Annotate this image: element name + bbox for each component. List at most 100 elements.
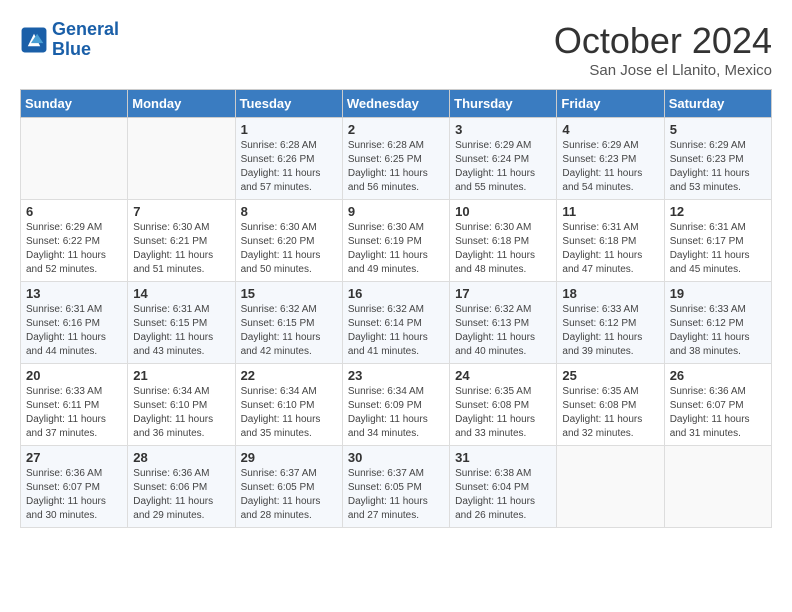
day-info: Sunrise: 6:37 AMSunset: 6:05 PMDaylight:… xyxy=(241,467,337,523)
day-number: 25 xyxy=(562,368,658,383)
day-info: Sunrise: 6:29 AMSunset: 6:23 PMDaylight:… xyxy=(562,139,658,195)
calendar-cell: 22 Sunrise: 6:34 AMSunset: 6:10 PMDayligh… xyxy=(235,364,342,446)
day-info: Sunrise: 6:30 AMSunset: 6:21 PMDaylight:… xyxy=(133,221,229,277)
title-block: October 2024 San Jose el Llanito, Mexico xyxy=(554,20,772,79)
day-number: 31 xyxy=(455,450,551,465)
calendar-cell xyxy=(128,118,235,200)
day-info: Sunrise: 6:38 AMSunset: 6:04 PMDaylight:… xyxy=(455,467,551,523)
calendar-week-row: 27 Sunrise: 6:36 AMSunset: 6:07 PMDayligh… xyxy=(21,446,772,528)
day-info: Sunrise: 6:32 AMSunset: 6:14 PMDaylight:… xyxy=(348,303,444,359)
day-number: 21 xyxy=(133,368,229,383)
calendar-week-row: 13 Sunrise: 6:31 AMSunset: 6:16 PMDayligh… xyxy=(21,282,772,364)
calendar-cell: 27 Sunrise: 6:36 AMSunset: 6:07 PMDayligh… xyxy=(21,446,128,528)
weekday-header-saturday: Saturday xyxy=(664,90,771,118)
day-info: Sunrise: 6:32 AMSunset: 6:15 PMDaylight:… xyxy=(241,303,337,359)
day-number: 7 xyxy=(133,204,229,219)
day-number: 11 xyxy=(562,204,658,219)
weekday-header-wednesday: Wednesday xyxy=(342,90,449,118)
calendar-cell: 12 Sunrise: 6:31 AMSunset: 6:17 PMDayligh… xyxy=(664,200,771,282)
calendar-cell: 10 Sunrise: 6:30 AMSunset: 6:18 PMDayligh… xyxy=(450,200,557,282)
day-info: Sunrise: 6:33 AMSunset: 6:12 PMDaylight:… xyxy=(670,303,766,359)
day-info: Sunrise: 6:35 AMSunset: 6:08 PMDaylight:… xyxy=(455,385,551,441)
logo-general: General xyxy=(52,19,119,39)
day-info: Sunrise: 6:28 AMSunset: 6:25 PMDaylight:… xyxy=(348,139,444,195)
day-info: Sunrise: 6:30 AMSunset: 6:18 PMDaylight:… xyxy=(455,221,551,277)
day-number: 27 xyxy=(26,450,122,465)
calendar-cell: 23Sunrise: 6:34 AMSunset: 6:09 PMDayligh… xyxy=(342,364,449,446)
location-subtitle: San Jose el Llanito, Mexico xyxy=(554,62,772,79)
calendar-cell xyxy=(21,118,128,200)
day-info: Sunrise: 6:36 AMSunset: 6:06 PMDaylight:… xyxy=(133,467,229,523)
day-number: 19 xyxy=(670,286,766,301)
weekday-header-row: SundayMondayTuesdayWednesdayThursdayFrid… xyxy=(21,90,772,118)
day-info: Sunrise: 6:34 AMSunset: 6:10 PMDaylight:… xyxy=(241,385,337,441)
day-number: 4 xyxy=(562,122,658,137)
day-info: Sunrise: 6:31 AMSunset: 6:15 PMDaylight:… xyxy=(133,303,229,359)
calendar-cell: 4 Sunrise: 6:29 AMSunset: 6:23 PMDaylight… xyxy=(557,118,664,200)
calendar-cell: 31 Sunrise: 6:38 AMSunset: 6:04 PMDayligh… xyxy=(450,446,557,528)
day-info: Sunrise: 6:29 AMSunset: 6:24 PMDaylight:… xyxy=(455,139,551,195)
calendar-cell: 20 Sunrise: 6:33 AMSunset: 6:11 PMDayligh… xyxy=(21,364,128,446)
calendar-cell: 30Sunrise: 6:37 AMSunset: 6:05 PMDayligh… xyxy=(342,446,449,528)
day-info: Sunrise: 6:29 AMSunset: 6:22 PMDaylight:… xyxy=(26,221,122,277)
day-number: 16 xyxy=(348,286,444,301)
calendar-cell: 13 Sunrise: 6:31 AMSunset: 6:16 PMDayligh… xyxy=(21,282,128,364)
logo-text: General Blue xyxy=(52,20,119,60)
day-info: Sunrise: 6:31 AMSunset: 6:18 PMDaylight:… xyxy=(562,221,658,277)
calendar-cell: 3Sunrise: 6:29 AMSunset: 6:24 PMDaylight… xyxy=(450,118,557,200)
calendar-cell: 7 Sunrise: 6:30 AMSunset: 6:21 PMDaylight… xyxy=(128,200,235,282)
day-info: Sunrise: 6:33 AMSunset: 6:11 PMDaylight:… xyxy=(26,385,122,441)
day-number: 24 xyxy=(455,368,551,383)
day-number: 26 xyxy=(670,368,766,383)
calendar-cell: 19 Sunrise: 6:33 AMSunset: 6:12 PMDayligh… xyxy=(664,282,771,364)
logo-blue: Blue xyxy=(52,39,91,59)
day-info: Sunrise: 6:30 AMSunset: 6:19 PMDaylight:… xyxy=(348,221,444,277)
day-number: 1 xyxy=(241,122,337,137)
day-number: 9 xyxy=(348,204,444,219)
day-info: Sunrise: 6:29 AMSunset: 6:23 PMDaylight:… xyxy=(670,139,766,195)
day-info: Sunrise: 6:34 AMSunset: 6:09 PMDaylight:… xyxy=(348,385,444,441)
day-number: 12 xyxy=(670,204,766,219)
calendar-cell: 17Sunrise: 6:32 AMSunset: 6:13 PMDayligh… xyxy=(450,282,557,364)
calendar-cell: 15 Sunrise: 6:32 AMSunset: 6:15 PMDayligh… xyxy=(235,282,342,364)
page-header: General Blue October 2024 San Jose el Ll… xyxy=(20,20,772,79)
day-info: Sunrise: 6:35 AMSunset: 6:08 PMDaylight:… xyxy=(562,385,658,441)
calendar-cell: 21 Sunrise: 6:34 AMSunset: 6:10 PMDayligh… xyxy=(128,364,235,446)
calendar-cell: 2Sunrise: 6:28 AMSunset: 6:25 PMDaylight… xyxy=(342,118,449,200)
calendar-cell: 16 Sunrise: 6:32 AMSunset: 6:14 PMDayligh… xyxy=(342,282,449,364)
calendar-cell: 14 Sunrise: 6:31 AMSunset: 6:15 PMDayligh… xyxy=(128,282,235,364)
calendar-cell: 26 Sunrise: 6:36 AMSunset: 6:07 PMDayligh… xyxy=(664,364,771,446)
day-info: Sunrise: 6:31 AMSunset: 6:17 PMDaylight:… xyxy=(670,221,766,277)
weekday-header-sunday: Sunday xyxy=(21,90,128,118)
calendar-cell: 6 Sunrise: 6:29 AMSunset: 6:22 PMDaylight… xyxy=(21,200,128,282)
day-number: 30 xyxy=(348,450,444,465)
calendar-week-row: 6 Sunrise: 6:29 AMSunset: 6:22 PMDaylight… xyxy=(21,200,772,282)
calendar-cell xyxy=(557,446,664,528)
calendar-cell: 1Sunrise: 6:28 AMSunset: 6:26 PMDaylight… xyxy=(235,118,342,200)
calendar-cell: 11 Sunrise: 6:31 AMSunset: 6:18 PMDayligh… xyxy=(557,200,664,282)
calendar-cell: 25 Sunrise: 6:35 AMSunset: 6:08 PMDayligh… xyxy=(557,364,664,446)
weekday-header-thursday: Thursday xyxy=(450,90,557,118)
day-number: 28 xyxy=(133,450,229,465)
day-info: Sunrise: 6:31 AMSunset: 6:16 PMDaylight:… xyxy=(26,303,122,359)
day-number: 13 xyxy=(26,286,122,301)
day-info: Sunrise: 6:30 AMSunset: 6:20 PMDaylight:… xyxy=(241,221,337,277)
calendar-cell: 5 Sunrise: 6:29 AMSunset: 6:23 PMDaylight… xyxy=(664,118,771,200)
day-number: 22 xyxy=(241,368,337,383)
calendar-week-row: 1Sunrise: 6:28 AMSunset: 6:26 PMDaylight… xyxy=(21,118,772,200)
calendar-cell: 29Sunrise: 6:37 AMSunset: 6:05 PMDayligh… xyxy=(235,446,342,528)
month-title: October 2024 xyxy=(554,20,772,62)
day-number: 10 xyxy=(455,204,551,219)
day-number: 14 xyxy=(133,286,229,301)
day-number: 5 xyxy=(670,122,766,137)
calendar-cell: 18Sunrise: 6:33 AMSunset: 6:12 PMDayligh… xyxy=(557,282,664,364)
calendar-cell: 24 Sunrise: 6:35 AMSunset: 6:08 PMDayligh… xyxy=(450,364,557,446)
day-info: Sunrise: 6:34 AMSunset: 6:10 PMDaylight:… xyxy=(133,385,229,441)
day-info: Sunrise: 6:33 AMSunset: 6:12 PMDaylight:… xyxy=(562,303,658,359)
day-number: 6 xyxy=(26,204,122,219)
day-number: 20 xyxy=(26,368,122,383)
day-number: 15 xyxy=(241,286,337,301)
day-info: Sunrise: 6:36 AMSunset: 6:07 PMDaylight:… xyxy=(670,385,766,441)
day-info: Sunrise: 6:36 AMSunset: 6:07 PMDaylight:… xyxy=(26,467,122,523)
calendar-cell xyxy=(664,446,771,528)
